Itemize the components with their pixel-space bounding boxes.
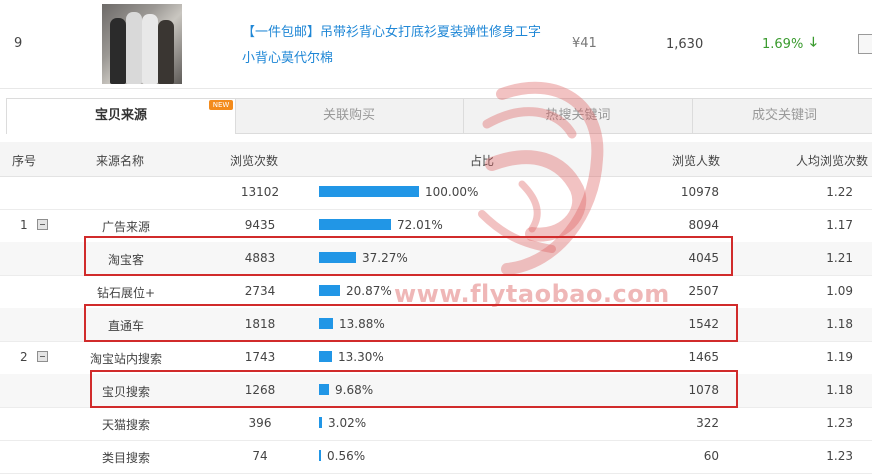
row-avg-views: 1.23 [826,416,853,430]
share-bar [319,186,419,197]
tab-deal-keywords[interactable]: 成交关键词 [693,99,872,133]
tab-related-purchase[interactable]: 关联购买 [235,99,464,133]
share-bar [319,450,321,461]
share-bar [319,219,391,230]
product-rank: 9 [14,36,23,51]
table-header: 序号 来源名称 浏览次数 占比 浏览人数 人均浏览次数 [0,142,872,177]
table-row: 宝贝搜索 1268 9.68% 1078 1.18 [0,374,872,408]
row-avg-views: 1.17 [826,218,853,232]
row-avg-views: 1.22 [826,185,853,199]
row-index: 2 [20,350,28,364]
share-bar [319,285,340,296]
row-share-percent: 13.88% [339,317,385,331]
table-row: 淘宝客 4883 37.27% 4045 1.21 [0,242,872,276]
product-title-link[interactable]: 【一件包邮】吊带衫背心女打底衫夏装弹性修身工字小背心莫代尔棉 [242,20,542,72]
row-share-percent: 9.68% [335,383,374,397]
share-bar [319,417,322,428]
header-visitors: 浏览人数 [672,154,721,168]
row-share-percent: 100.00% [425,185,479,199]
row-views: 9435 [244,218,276,232]
collapse-toggle-icon[interactable] [37,219,48,230]
row-source-name: 广告来源 [101,220,150,234]
row-source-name: 淘宝站内搜索 [89,352,162,366]
header-index: 序号 [12,154,37,168]
row-visitors: 1078 [688,383,719,397]
product-row: 9 【一件包邮】吊带衫背心女打底衫夏装弹性修身工字小背心莫代尔棉 ¥41 1,6… [0,0,872,89]
new-badge: NEW [209,100,233,110]
header-share: 占比 [470,154,495,168]
product-conversion: 1.69% [762,37,804,52]
row-views: 2734 [244,284,276,298]
row-views: 396 [248,416,272,430]
row-visitors: 4045 [688,251,719,265]
row-avg-views: 1.21 [826,251,853,265]
row-visitors: 322 [696,416,719,430]
tab-label: 宝贝来源 [94,108,147,123]
tab-label: 成交关键词 [751,108,817,123]
row-avg-views: 1.09 [826,284,853,298]
tab-label: 关联购买 [322,108,375,123]
row-visitors: 60 [703,449,719,463]
table-row: 2 淘宝站内搜索 1743 13.30% 1465 1.19 [0,341,872,375]
row-views: 13102 [240,185,280,199]
row-source-name: 类目搜索 [101,451,150,465]
row-visitors: 1542 [688,317,719,331]
row-views: 1743 [244,350,276,364]
row-share-percent: 20.87% [346,284,392,298]
share-bar [319,384,329,395]
row-visitors: 10978 [680,185,719,199]
row-avg-views: 1.18 [826,317,853,331]
row-select-checkbox[interactable] [858,34,872,54]
row-source-name: 天猫搜索 [101,418,150,432]
share-bar [319,252,356,263]
row-index: 1 [20,218,28,232]
header-avg-views: 人均浏览次数 [796,154,869,168]
row-source-name: 宝贝搜索 [101,385,150,399]
tab-item-source[interactable]: 宝贝来源 [6,99,236,134]
watermark-url: www.flytaobao.com [394,280,670,308]
tab-label: 热搜关键词 [545,108,611,123]
table-row: 13102 100.00% 10978 1.22 [0,176,872,210]
tab-hot-keywords[interactable]: 热搜关键词 [464,99,693,133]
row-source-name: 钻石展位+ [96,286,156,300]
row-views: 4883 [244,251,276,265]
tab-bar: 宝贝来源 关联购买 热搜关键词 成交关键词 [6,98,872,134]
row-avg-views: 1.19 [826,350,853,364]
row-share-percent: 72.01% [397,218,443,232]
product-views: 1,630 [666,37,704,52]
share-bar [319,351,332,362]
row-share-percent: 0.56% [327,449,366,463]
row-visitors: 1465 [688,350,719,364]
table-row: 直通车 1818 13.88% 1542 1.18 [0,308,872,342]
row-source-name: 直通车 [107,319,144,333]
row-avg-views: 1.23 [826,449,853,463]
row-share-percent: 3.02% [328,416,367,430]
row-views: 1268 [244,383,276,397]
product-price: ¥41 [572,36,597,51]
table-row: 类目搜索 74 0.56% 60 1.23 [0,440,872,474]
down-arrow-icon: 🡓 [810,35,817,50]
share-bar [319,318,333,329]
collapse-toggle-icon[interactable] [37,351,48,362]
row-views: 1818 [244,317,276,331]
row-views: 74 [252,449,268,463]
table-row: 1 广告来源 9435 72.01% 8094 1.17 [0,209,872,243]
row-source-name: 淘宝客 [107,253,144,267]
header-views: 浏览次数 [230,154,279,168]
row-share-percent: 37.27% [362,251,408,265]
row-share-percent: 13.30% [338,350,384,364]
header-source-name: 来源名称 [96,154,145,168]
row-visitors: 8094 [688,218,719,232]
table-row: 天猫搜索 396 3.02% 322 1.23 [0,407,872,441]
product-thumbnail[interactable] [102,4,182,84]
row-avg-views: 1.18 [826,383,853,397]
